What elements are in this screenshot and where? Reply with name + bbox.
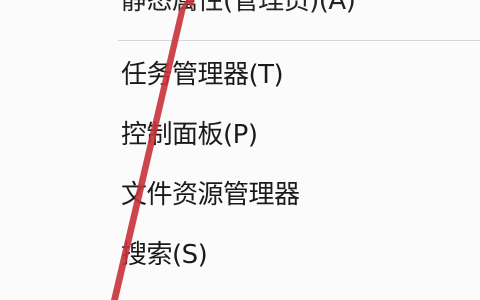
menu-item-search[interactable]: 搜索(S): [121, 240, 208, 270]
menu-separator: [118, 40, 480, 41]
menu-item-control-panel[interactable]: 控制面板(P): [121, 120, 258, 150]
menu-item-file-explorer[interactable]: 文件资源管理器: [121, 180, 300, 210]
menu-item-admin-properties[interactable]: 静态属性(管理员)(A): [121, 0, 356, 16]
context-menu: 静态属性(管理员)(A) 任务管理器(T) 控制面板(P) 文件资源管理器 搜索…: [0, 0, 480, 300]
red-arrow-annotation-icon: [111, 0, 195, 300]
menu-item-task-manager[interactable]: 任务管理器(T): [121, 60, 284, 90]
